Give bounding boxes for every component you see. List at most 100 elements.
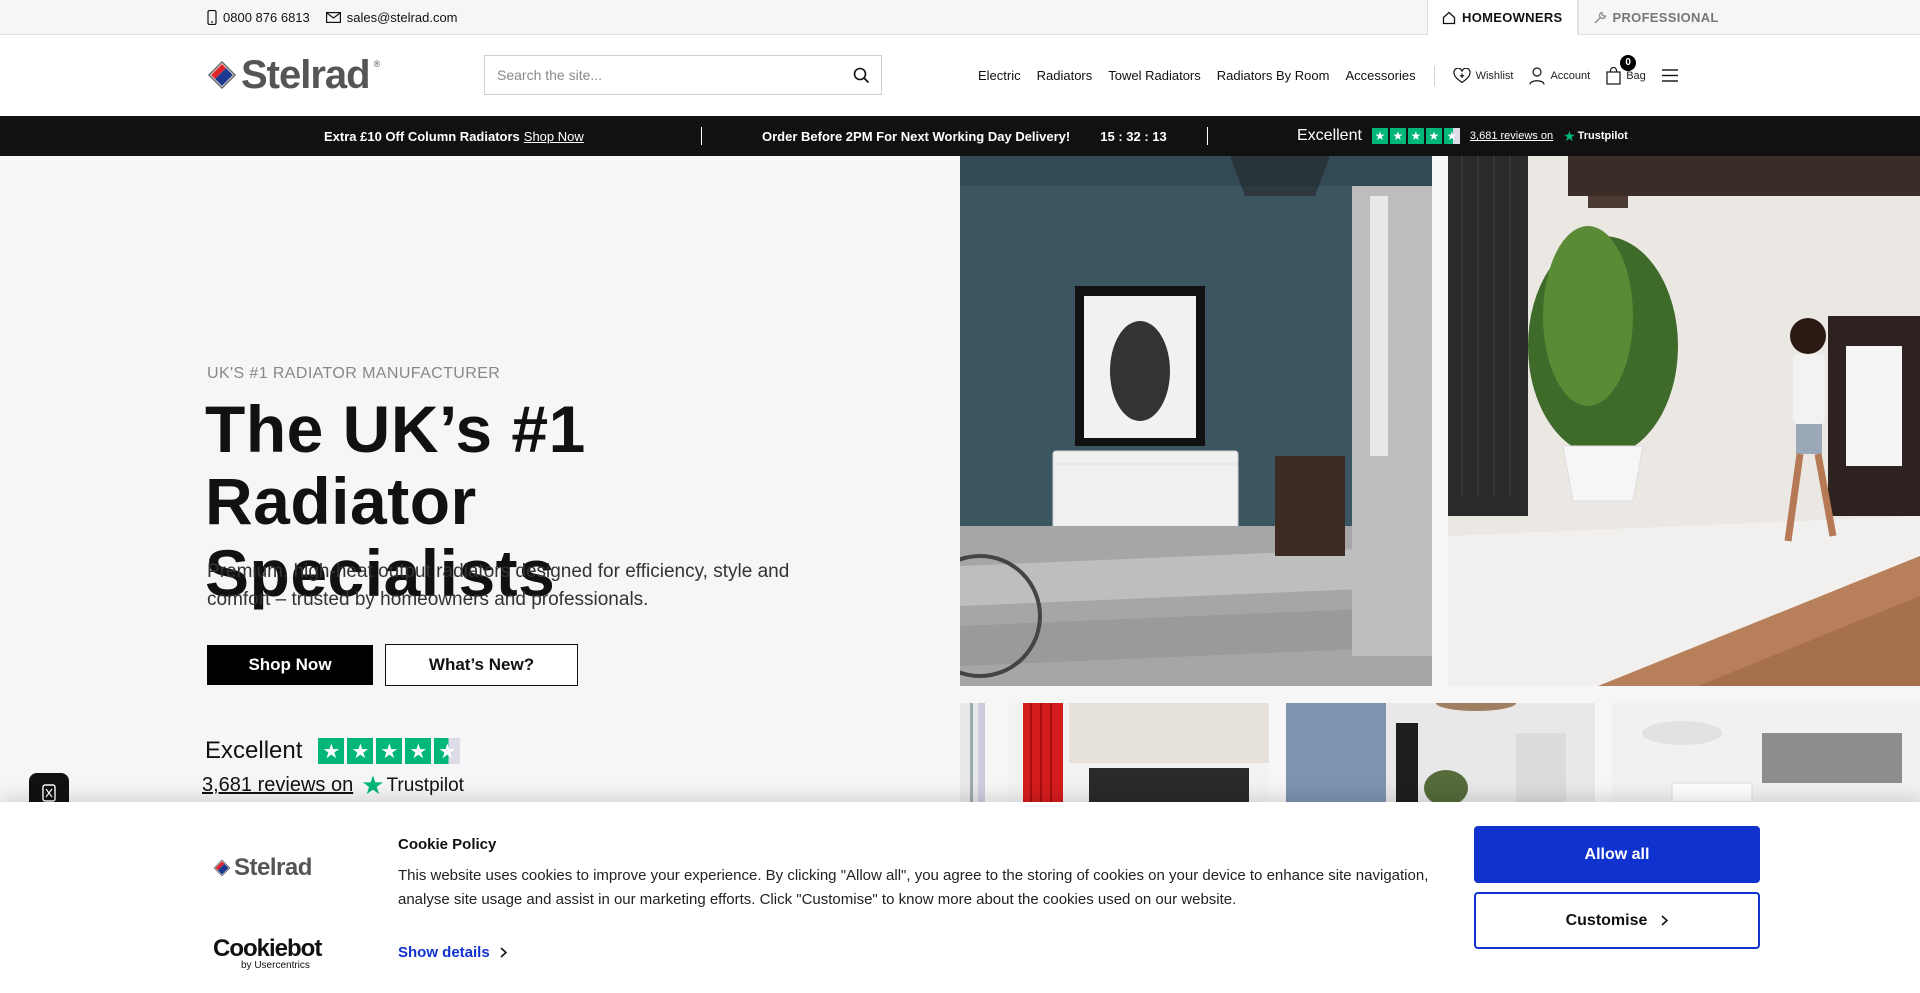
- cookie-banner: Stelrad Cookiebot by Usercentrics Cookie…: [0, 802, 1920, 993]
- bag-link[interactable]: 0 Bag: [1606, 54, 1646, 85]
- logo-mark-icon: [213, 859, 231, 877]
- cookiebot-byline: by Usercentrics: [241, 960, 310, 971]
- blue-room-black-radiator-image: [1286, 703, 1595, 802]
- promo-reviews-link[interactable]: 3,681 reviews on: [1470, 130, 1553, 142]
- allow-all-button[interactable]: Allow all: [1474, 826, 1760, 883]
- thumbnail-image-white-kitchen[interactable]: [1612, 703, 1920, 802]
- bag-label: Bag: [1626, 69, 1646, 82]
- thumbnail-image-kitchen-red[interactable]: [1009, 703, 1269, 802]
- thumbnail-image-blue-room[interactable]: [1286, 703, 1595, 802]
- tab-professional-label: PROFESSIONAL: [1612, 10, 1719, 25]
- promo-offer-text: Extra £10 Off Column Radiators: [324, 128, 520, 144]
- mail-icon: [325, 12, 341, 23]
- tools-icon: [1594, 11, 1606, 23]
- tp-reviews-link[interactable]: 3,681 reviews on: [202, 774, 353, 797]
- mobile-widget-icon: [42, 784, 56, 802]
- search-button[interactable]: [841, 56, 881, 94]
- cookie-logo-text: Stelrad: [234, 854, 312, 881]
- account-link[interactable]: Account: [1529, 66, 1591, 85]
- audience-switcher: HOMEOWNERS PROFESSIONAL: [1427, 0, 1733, 35]
- wishlist-label: Wishlist: [1475, 69, 1514, 82]
- customise-label: Customise: [1565, 911, 1648, 929]
- promo-divider: [701, 127, 702, 145]
- chevron-right-icon: [500, 947, 507, 958]
- trustpilot-widget[interactable]: Excellent ★ ★ ★ ★ ★ 3,681 reviews on ★ Tr…: [202, 736, 485, 801]
- phone-number: 0800 876 6813: [223, 10, 310, 25]
- wishlist-link[interactable]: Wishlist: [1452, 67, 1514, 84]
- bag-count-badge: 0: [1620, 54, 1637, 71]
- nav-towel-radiators[interactable]: Towel Radiators: [1108, 68, 1201, 83]
- trustpilot-star-icon: ★: [1563, 127, 1576, 144]
- thumbnail-scene-image: [970, 703, 985, 802]
- phone-icon: [207, 10, 217, 25]
- tab-homeowners-label: HOMEOWNERS: [1462, 10, 1563, 25]
- contact-info: 0800 876 6813 sales@stelrad.com: [207, 0, 458, 35]
- user-icon: [1529, 66, 1546, 85]
- star-icon: ★: [1407, 128, 1424, 144]
- whats-new-button[interactable]: What’s New?: [385, 644, 578, 686]
- half-star-icon: ★: [1443, 128, 1460, 144]
- delivery-countdown: 15 : 32 : 13: [1100, 128, 1167, 144]
- stelrad-logo[interactable]: Stelrad ®: [207, 52, 381, 97]
- main-nav: Electric Radiators Towel Radiators Radia…: [978, 35, 1678, 116]
- trustpilot-brand: Trustpilot: [1577, 130, 1628, 142]
- promo-offer: Extra £10 Off Column Radiators Shop Now: [324, 116, 584, 156]
- promo-bar: Extra £10 Off Column Radiators Shop Now …: [0, 116, 1920, 156]
- star-icon: ★: [1425, 128, 1442, 144]
- hero-image-hallway[interactable]: [960, 156, 1432, 686]
- hero-image-living-room[interactable]: [1448, 156, 1920, 686]
- nav-radiators-by-room[interactable]: Radiators By Room: [1217, 68, 1330, 83]
- cookie-title: Cookie Policy: [398, 836, 497, 853]
- kitchen-red-radiator-image: [1009, 703, 1269, 802]
- hero-eyebrow: UK'S #1 RADIATOR MANUFACTURER: [207, 365, 501, 382]
- hamburger-icon: [1661, 69, 1678, 82]
- nav-accessories[interactable]: Accessories: [1345, 68, 1415, 83]
- cookiebot-brand: Cookiebot: [213, 935, 322, 962]
- trustpilot-stars: ★ ★ ★ ★ ★: [1371, 128, 1460, 144]
- tab-homeowners[interactable]: HOMEOWNERS: [1427, 0, 1578, 35]
- heart-plus-icon: [1452, 67, 1471, 83]
- trustpilot-star-icon: ★: [361, 770, 385, 800]
- star-icon: ★: [318, 738, 345, 764]
- chevron-right-icon: [1661, 915, 1669, 926]
- phone-link[interactable]: 0800 876 6813: [207, 10, 310, 25]
- logo-registered-mark: ®: [373, 59, 381, 69]
- search-input[interactable]: [485, 56, 841, 94]
- customise-button[interactable]: Customise: [1474, 892, 1760, 949]
- promo-trustpilot[interactable]: Excellent ★ ★ ★ ★ ★ 3,681 reviews on ★ Tr…: [1297, 116, 1628, 156]
- hero-headline-line1: The UK’s #1: [205, 392, 586, 466]
- show-details-label: Show details: [398, 944, 490, 961]
- cookiebot-logo[interactable]: Cookiebot by Usercentrics: [213, 935, 322, 972]
- menu-button[interactable]: [1661, 69, 1678, 82]
- living-room-scene-image: [1448, 156, 1920, 686]
- hero-subtext: Premium, high-heat output radiators desi…: [207, 561, 790, 610]
- shopping-bag-icon: [1606, 66, 1621, 85]
- hallway-scene-image: [960, 156, 1432, 686]
- utility-bar: 0800 876 6813 sales@stelrad.com HOMEOWNE…: [0, 0, 1920, 35]
- trustpilot-logo: ★ Trustpilot: [361, 770, 464, 801]
- logo-mark-icon: [207, 60, 237, 90]
- trustpilot-stars: ★ ★ ★ ★ ★: [318, 738, 461, 764]
- show-details-link[interactable]: Show details: [398, 944, 507, 961]
- cookie-stelrad-logo: Stelrad: [213, 854, 312, 882]
- promo-rating-word: Excellent: [1297, 127, 1362, 144]
- promo-delivery: Order Before 2PM For Next Working Day De…: [762, 116, 1167, 156]
- tab-professional[interactable]: PROFESSIONAL: [1577, 0, 1733, 35]
- star-icon: ★: [405, 738, 432, 764]
- site-search: [484, 55, 882, 95]
- star-icon: ★: [376, 738, 403, 764]
- shop-now-button[interactable]: Shop Now: [207, 645, 373, 685]
- email-link[interactable]: sales@stelrad.com: [325, 10, 458, 25]
- logo-text: Stelrad: [241, 52, 371, 97]
- account-label: Account: [1550, 69, 1591, 82]
- thumbnail-image-edge[interactable]: [960, 703, 985, 802]
- star-icon: ★: [347, 738, 374, 764]
- nav-radiators[interactable]: Radiators: [1037, 68, 1093, 83]
- promo-delivery-text: Order Before 2PM For Next Working Day De…: [762, 128, 1071, 144]
- hero-section: UK'S #1 RADIATOR MANUFACTURER The UK’s #…: [0, 156, 1920, 813]
- promo-shop-now-link[interactable]: Shop Now: [524, 129, 584, 144]
- email-address: sales@stelrad.com: [346, 10, 458, 25]
- home-icon: [1442, 11, 1456, 24]
- nav-electric[interactable]: Electric: [978, 68, 1021, 83]
- site-header: Stelrad ® Electric Radiators Towel Radia…: [0, 35, 1920, 116]
